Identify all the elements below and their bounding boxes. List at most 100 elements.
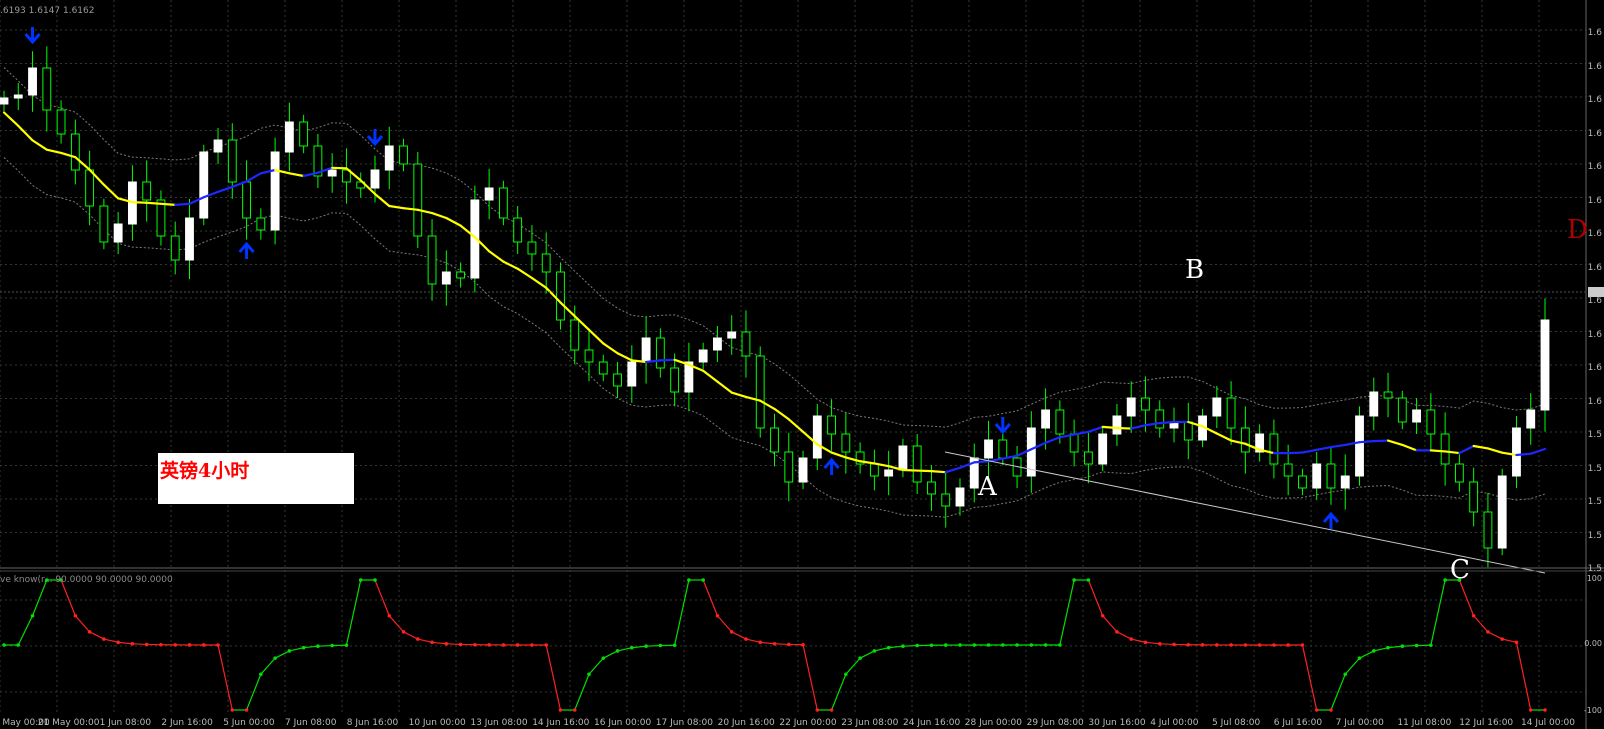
- osc-segment: [1145, 641, 1160, 645]
- osc-dot: [1543, 708, 1547, 712]
- ma-segment: [1529, 447, 1547, 455]
- ma-segment: [488, 250, 505, 263]
- candle: [513, 206, 523, 254]
- osc-dot: [515, 643, 520, 647]
- osc-dot: [1243, 643, 1248, 647]
- candle: [456, 262, 466, 288]
- ma-segment: [773, 407, 790, 421]
- candle: [413, 152, 423, 248]
- osc-dot: [1514, 640, 1519, 645]
- y-tick-label: 1.6: [1587, 28, 1602, 38]
- candle-body: [1397, 397, 1407, 423]
- x-tick-label: 2 Jun 16:00: [161, 718, 213, 728]
- ma-segment: [216, 185, 234, 193]
- candle: [841, 412, 851, 474]
- candle-body: [827, 415, 836, 435]
- osc-segment: [760, 641, 775, 645]
- osc-dot: [1357, 656, 1362, 660]
- candle: [969, 443, 979, 503]
- candle-body: [627, 361, 637, 387]
- candle-body: [1283, 463, 1293, 477]
- osc-dot: [1386, 645, 1390, 650]
- candle: [1240, 406, 1250, 474]
- candle-body: [56, 109, 66, 135]
- osc-dot: [929, 643, 934, 648]
- osc-segment: [774, 643, 789, 646]
- candle-body: [1141, 397, 1150, 411]
- osc-dot: [116, 640, 120, 645]
- candle-body: [413, 163, 423, 237]
- candle-body: [227, 139, 237, 183]
- ma-segment: [373, 192, 391, 208]
- osc-dot: [943, 643, 948, 647]
- candle: [613, 362, 622, 398]
- osc-segment: [417, 638, 433, 643]
- osc-dot: [786, 642, 791, 647]
- x-tick-label: 14 Jun 16:00: [532, 718, 590, 728]
- osc-dot: [230, 708, 235, 712]
- candlestick-chart: [0, 0, 1604, 729]
- osc-dot: [473, 642, 477, 647]
- candle-body: [1512, 427, 1521, 477]
- osc-dot: [1229, 643, 1233, 647]
- candle-body: [527, 241, 537, 255]
- ma-segment: [174, 202, 191, 207]
- osc-dot: [1100, 613, 1105, 618]
- osc-segment: [831, 674, 847, 711]
- candle: [1169, 407, 1179, 443]
- osc-dot: [301, 645, 306, 650]
- candle: [42, 46, 52, 132]
- osc-segment: [89, 631, 105, 640]
- osc-dot: [1043, 643, 1048, 647]
- ma-segment: [131, 201, 148, 204]
- candle: [1141, 376, 1150, 432]
- candle-body: [998, 439, 1008, 459]
- x-tick-label: 29 Jun 08:00: [1026, 718, 1084, 728]
- candle-body: [898, 445, 908, 471]
- osc-dot: [844, 672, 848, 677]
- candle-body: [812, 415, 822, 459]
- osc-dot: [1486, 630, 1490, 634]
- candle-body: [1383, 391, 1393, 399]
- x-tick-label: 7 Jul 00:00: [1335, 718, 1384, 728]
- osc-dot: [801, 642, 805, 647]
- candle-body: [1212, 397, 1222, 417]
- osc-dot: [687, 578, 691, 582]
- ma-segment: [830, 451, 847, 459]
- candle-body: [755, 355, 765, 429]
- candle: [869, 449, 879, 491]
- osc-dot: [501, 643, 506, 647]
- candle-body: [784, 451, 794, 483]
- osc-dot: [744, 637, 748, 641]
- candle: [1326, 447, 1336, 505]
- point-label-d: D: [1567, 215, 1588, 245]
- candle: [755, 346, 765, 438]
- candle-body: [941, 493, 951, 507]
- ma-segment: [944, 466, 962, 474]
- candle-body: [185, 217, 194, 261]
- candle: [941, 472, 951, 528]
- osc-dot: [1300, 643, 1305, 647]
- candle: [70, 119, 80, 185]
- ma-segment: [159, 202, 177, 207]
- x-tick-label: 7 Jun 08:00: [285, 718, 337, 728]
- osc-dot: [601, 656, 606, 660]
- osc-dot: [1115, 630, 1119, 634]
- ma-segment: [602, 342, 619, 355]
- osc-axis-mid: 0.00: [1584, 639, 1602, 648]
- osc-dot: [829, 708, 834, 712]
- candle-body: [1454, 463, 1464, 483]
- x-tick-label: 24 Jun 16:00: [903, 718, 961, 728]
- candle-body: [556, 271, 565, 321]
- candle: [827, 399, 836, 451]
- ma-segment: [1315, 445, 1333, 451]
- candle-body: [513, 217, 523, 243]
- osc-segment: [845, 657, 861, 675]
- candle: [342, 148, 351, 204]
- candle: [1155, 400, 1165, 438]
- x-tick-label: 30 Jun 16:00: [1088, 718, 1146, 728]
- osc-segment: [446, 643, 461, 646]
- candle: [598, 354, 608, 382]
- candle-body: [242, 181, 251, 219]
- osc-dot: [87, 630, 92, 634]
